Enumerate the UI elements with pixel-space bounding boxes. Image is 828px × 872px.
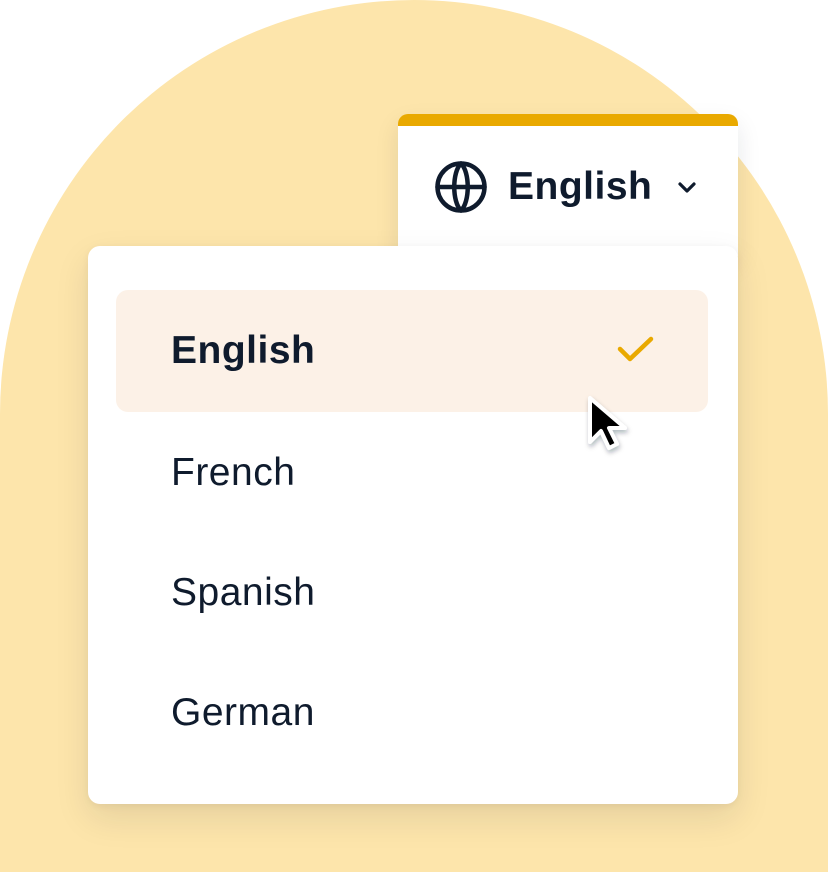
pointer-cursor-icon [588,396,627,450]
language-option-label: German [171,691,315,734]
language-option-label: Spanish [171,571,316,614]
language-option-label: French [171,451,296,494]
language-selector-content: English [434,160,698,214]
language-dropdown-menu: English French Spanish German [88,246,738,804]
language-option-german[interactable]: German [116,652,708,774]
chevron-down-icon [678,182,696,193]
language-selector-button[interactable]: English [398,114,738,256]
check-icon [617,336,654,362]
current-language-label: English [508,165,653,208]
language-option-spanish[interactable]: Spanish [116,532,708,654]
globe-icon [435,161,487,213]
language-option-label: English [171,329,316,372]
